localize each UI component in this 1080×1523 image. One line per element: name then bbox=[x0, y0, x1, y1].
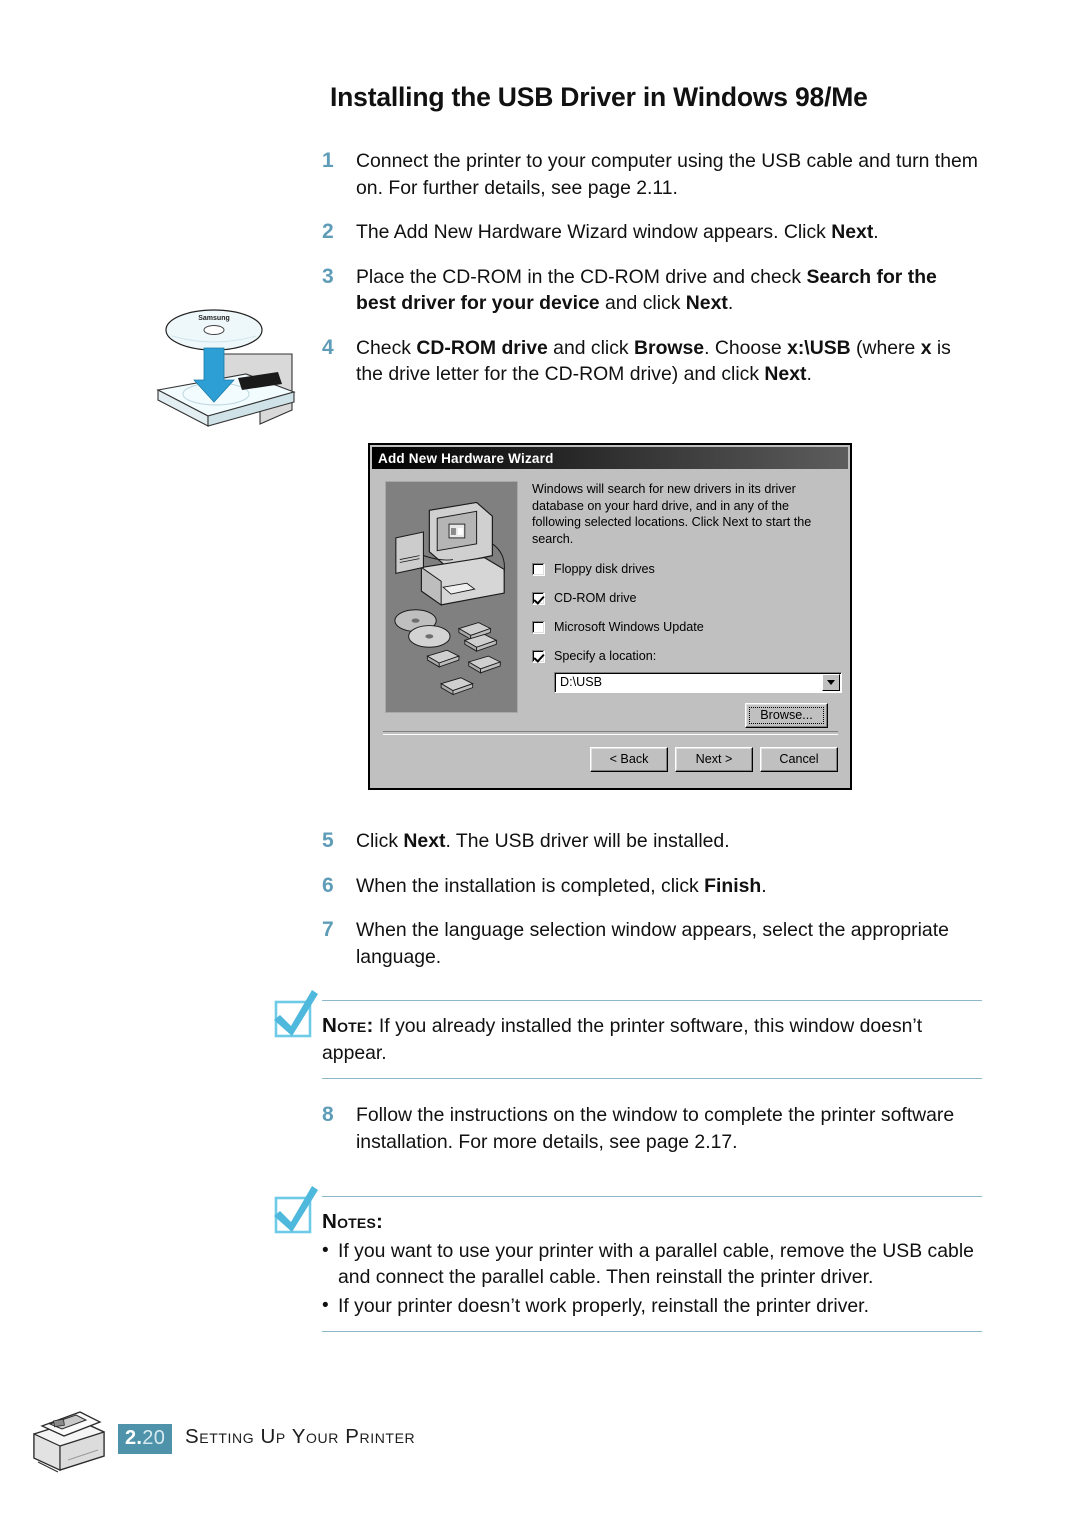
checkbox-label-cd-rom-drive: CD-ROM drive bbox=[554, 591, 637, 605]
step-number: 2 bbox=[322, 220, 334, 243]
checkbox-row-specify-a-location[interactable]: Specify a location: bbox=[532, 649, 838, 663]
note-list-item: • If your printer doesn’t work properly, … bbox=[322, 1293, 982, 1320]
notes-check-icon bbox=[268, 1184, 326, 1242]
cd-insert-illustration: Samsung bbox=[142, 292, 322, 442]
step-number: 1 bbox=[322, 149, 334, 172]
checkbox-microsoft-windows-update[interactable] bbox=[532, 620, 545, 634]
instruction-step: 5 Click Next. The USB driver will be inst… bbox=[322, 828, 982, 855]
instruction-steps-top: 1 Connect the printer to your computer us… bbox=[322, 148, 982, 406]
footer-section-title: Setting Up Your Printer bbox=[185, 1425, 416, 1448]
instruction-step: 4 Check CD-ROM drive and click Browse. Ch… bbox=[322, 335, 982, 388]
checkbox-row-microsoft-windows-update[interactable]: Microsoft Windows Update bbox=[532, 620, 838, 634]
add-new-hardware-wizard-dialog: Add New Hardware Wizard Windows will sea… bbox=[368, 443, 852, 790]
step-number: 4 bbox=[322, 335, 334, 359]
step-number: 5 bbox=[322, 829, 334, 852]
step-number: 6 bbox=[322, 873, 334, 897]
disc-label: Samsung bbox=[198, 315, 230, 322]
wizard-description: Windows will search for new drivers in i… bbox=[532, 482, 812, 546]
instruction-step: 3 Place the CD-ROM in the CD-ROM drive an… bbox=[322, 264, 982, 317]
note-rule-top bbox=[322, 1000, 982, 1001]
focus-ring bbox=[749, 707, 824, 724]
location-combobox[interactable]: D:\USB bbox=[554, 672, 842, 693]
note-list-item-text: If your printer doesn’t work properly, r… bbox=[338, 1294, 869, 1317]
step-text: Follow the instructions on the window to… bbox=[356, 1104, 955, 1153]
notes-rule-top bbox=[322, 1196, 982, 1197]
browse-button[interactable]: Browse... bbox=[745, 703, 828, 728]
instruction-step: 8 Follow the instructions on the window t… bbox=[322, 1102, 982, 1155]
step-text: Connect the printer to your computer usi… bbox=[356, 150, 978, 199]
page-number-major: 2. bbox=[125, 1427, 143, 1449]
notes-rule-bottom bbox=[322, 1331, 982, 1332]
instruction-step: 6 When the installation is completed, cli… bbox=[322, 873, 982, 900]
dialog-separator bbox=[383, 731, 838, 735]
dialog-title: Add New Hardware Wizard bbox=[378, 450, 554, 466]
note-label: Note: bbox=[322, 1014, 374, 1037]
back-button[interactable]: < Back bbox=[590, 747, 668, 772]
checkbox-label-microsoft-windows-update: Microsoft Windows Update bbox=[554, 620, 704, 634]
note-block-single: Note: If you already installed the print… bbox=[322, 1000, 982, 1079]
instruction-step: 7 When the language selection window appe… bbox=[322, 917, 982, 970]
note-rule-bottom bbox=[322, 1078, 982, 1079]
cancel-button[interactable]: Cancel bbox=[760, 747, 838, 772]
printer-icon bbox=[24, 1398, 110, 1478]
chevron-down-icon[interactable] bbox=[822, 674, 840, 691]
note-check-icon bbox=[268, 988, 326, 1046]
next-button[interactable]: Next > bbox=[675, 747, 753, 772]
checkbox-row-cd-rom-drive[interactable]: CD-ROM drive bbox=[532, 591, 838, 605]
note-list-item: • If you want to use your printer with a … bbox=[322, 1238, 982, 1291]
instruction-steps-middle: 5 Click Next. The USB driver will be inst… bbox=[322, 828, 982, 988]
checkbox-label-specify-a-location: Specify a location: bbox=[554, 649, 657, 663]
location-input[interactable]: D:\USB bbox=[555, 673, 821, 692]
instruction-step: 1 Connect the printer to your computer us… bbox=[322, 148, 982, 201]
step-number: 7 bbox=[322, 918, 334, 941]
step-text: Check CD-ROM drive and click Browse. Cho… bbox=[356, 336, 951, 386]
bullet-icon: • bbox=[322, 1294, 329, 1316]
step-text: Click Next. The USB driver will be insta… bbox=[356, 830, 730, 852]
note-text: Note: If you already installed the print… bbox=[322, 1013, 982, 1066]
checkbox-cd-rom-drive[interactable] bbox=[532, 591, 545, 605]
page-number-minor: 20 bbox=[142, 1427, 166, 1449]
dialog-title-bar: Add New Hardware Wizard bbox=[372, 447, 848, 469]
step-text: Place the CD-ROM in the CD-ROM drive and… bbox=[356, 265, 937, 315]
note-content: If you already installed the printer sof… bbox=[322, 1015, 923, 1064]
step-text: When the language selection window appea… bbox=[356, 919, 949, 968]
note-block-list: Notes: • If you want to use your printer … bbox=[322, 1196, 982, 1332]
wizard-computer-illustration bbox=[385, 481, 518, 713]
step-number: 3 bbox=[322, 264, 334, 288]
instruction-steps-last: 8 Follow the instructions on the window t… bbox=[322, 1102, 982, 1173]
step-text: The Add New Hardware Wizard window appea… bbox=[356, 221, 879, 243]
checkbox-floppy-disk-drives[interactable] bbox=[532, 562, 545, 576]
notes-list: • If you want to use your printer with a … bbox=[322, 1238, 982, 1320]
step-number: 8 bbox=[322, 1103, 334, 1126]
bullet-icon: • bbox=[322, 1239, 329, 1261]
page-number-badge: 2.20 bbox=[118, 1424, 173, 1454]
checkbox-row-floppy-disk-drives[interactable]: Floppy disk drives bbox=[532, 562, 838, 576]
instruction-step: 2 The Add New Hardware Wizard window appe… bbox=[322, 219, 982, 246]
note-list-item-text: If you want to use your printer with a p… bbox=[338, 1239, 974, 1289]
dialog-button-bar: < Back Next > Cancel bbox=[383, 747, 838, 772]
checkbox-specify-a-location[interactable] bbox=[532, 649, 545, 663]
checkbox-label-floppy-disk-drives: Floppy disk drives bbox=[554, 562, 655, 576]
step-text: When the installation is completed, clic… bbox=[356, 874, 767, 897]
notes-label: Notes: bbox=[322, 1210, 384, 1233]
page-title: Installing the USB Driver in Windows 98/… bbox=[330, 82, 868, 112]
